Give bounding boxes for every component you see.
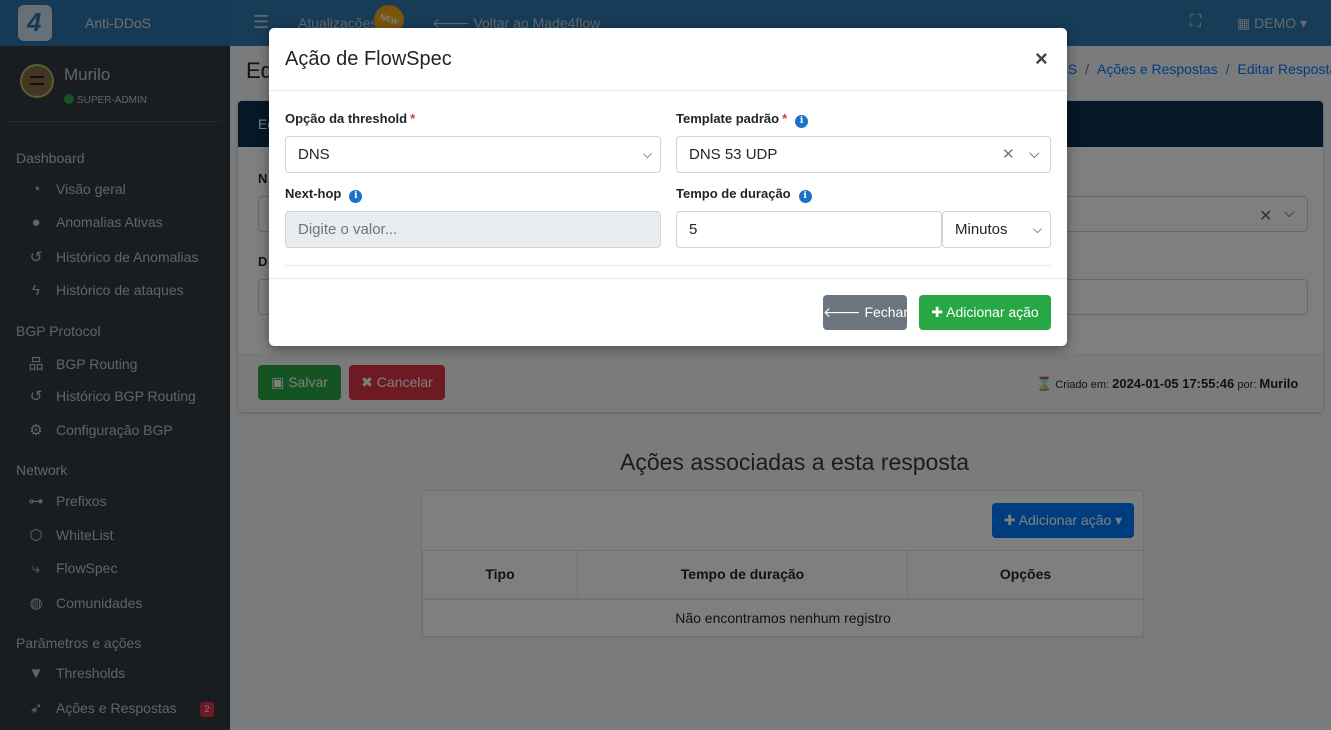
close-button-label: Fechar [864, 304, 909, 320]
threshold-value: DNS [298, 146, 330, 163]
chevron-down-icon: ⌵ [1032, 222, 1042, 236]
divider [269, 90, 1067, 91]
close-icon[interactable]: × [1035, 46, 1048, 72]
close-button[interactable]: 🡐 Fechar [823, 295, 909, 330]
modal-title: Ação de FlowSpec [285, 48, 452, 70]
nexthop-label-text: Next-hop [285, 186, 342, 201]
threshold-select[interactable]: DNS ⌵ [285, 136, 661, 173]
add-action-button-label: Adicionar ação [946, 304, 1039, 320]
template-value: DNS 53 UDP [689, 146, 778, 163]
nexthop-placeholder: Digite o valor... [298, 221, 398, 238]
threshold-label: Opção da threshold * [285, 111, 415, 126]
divider [285, 265, 1051, 266]
info-icon[interactable]: i [795, 115, 809, 128]
duration-label: Tempo de duração i [676, 186, 812, 203]
chevron-down-icon[interactable]: ⌵ [1029, 145, 1040, 162]
plus-icon: ✚ [931, 304, 947, 320]
arrow-left-icon: 🡐 [823, 304, 865, 320]
duration-unit-select[interactable]: Minutos ⌵ [942, 211, 1051, 248]
template-label-text: Template padrão [676, 111, 780, 126]
duration-label-text: Tempo de duração [676, 186, 791, 201]
info-icon[interactable]: i [349, 190, 363, 203]
duration-value: 5 [689, 221, 698, 238]
threshold-label-text: Opção da threshold [285, 111, 408, 126]
add-action-button[interactable]: ✚ Adicionar ação [919, 295, 1051, 330]
nexthop-label: Next-hop i [285, 186, 363, 203]
clear-icon[interactable]: ✕ [1002, 145, 1015, 163]
template-select[interactable]: DNS 53 UDP [676, 136, 1051, 173]
chevron-down-icon: ⌵ [642, 147, 652, 161]
required-mark: * [782, 111, 788, 126]
info-icon[interactable]: i [798, 190, 812, 203]
divider [269, 278, 1067, 279]
template-label: Template padrão * i [676, 111, 809, 128]
nexthop-input[interactable]: Digite o valor... [285, 211, 661, 248]
required-mark: * [410, 111, 416, 126]
duration-input[interactable]: 5 [676, 211, 942, 248]
duration-unit-value: Minutos [955, 221, 1008, 238]
